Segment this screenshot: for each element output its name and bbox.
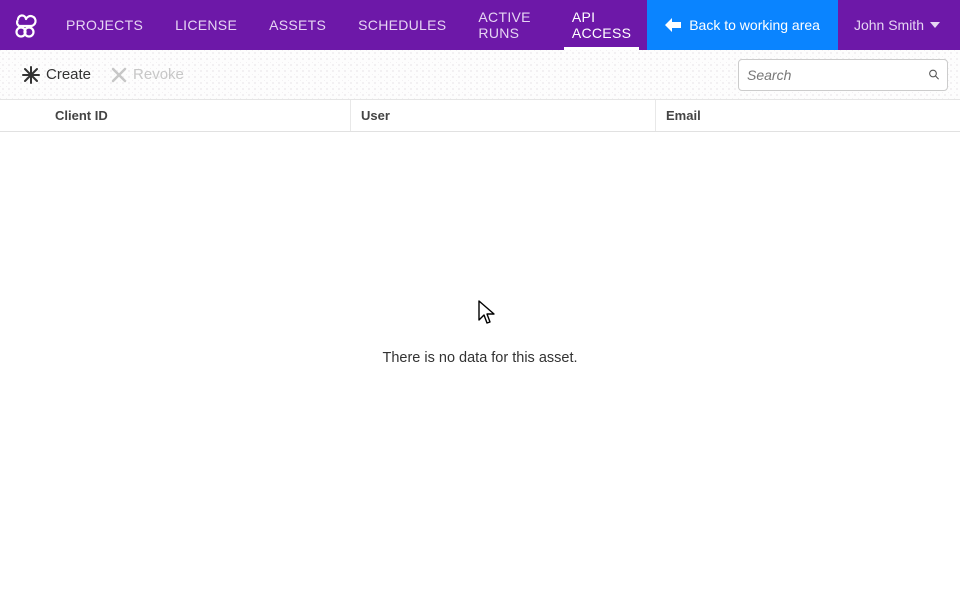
back-to-working-area-button[interactable]: Back to working area — [647, 0, 838, 50]
revoke-button-label: Revoke — [133, 66, 184, 83]
top-nav: PROJECTS LICENSE ASSETS SCHEDULES ACTIVE… — [0, 0, 960, 50]
nav-tab-label: API ACCESS — [572, 9, 631, 41]
table-body: There is no data for this asset. — [0, 132, 960, 600]
toolbar: Create Revoke — [0, 50, 960, 100]
nav-tab-license[interactable]: LICENSE — [159, 0, 253, 50]
arrow-left-icon — [665, 18, 681, 32]
back-button-label: Back to working area — [689, 17, 820, 33]
search-field[interactable] — [738, 59, 948, 91]
column-header-user[interactable]: User — [350, 100, 655, 131]
column-label: Client ID — [55, 108, 108, 123]
nav-tab-label: ACTIVE RUNS — [478, 9, 539, 41]
nav-tab-label: PROJECTS — [66, 17, 143, 33]
nav-tab-assets[interactable]: ASSETS — [253, 0, 342, 50]
nav-tab-label: LICENSE — [175, 17, 237, 33]
nav-tabs: PROJECTS LICENSE ASSETS SCHEDULES ACTIVE… — [50, 0, 647, 50]
asterisk-icon — [22, 66, 40, 84]
revoke-button: Revoke — [101, 60, 194, 89]
user-menu[interactable]: John Smith — [838, 0, 960, 50]
mouse-cursor-icon — [478, 300, 498, 331]
column-label: Email — [666, 108, 701, 123]
nav-tab-label: SCHEDULES — [358, 17, 446, 33]
nav-tab-projects[interactable]: PROJECTS — [50, 0, 159, 50]
cloud-logo-icon — [10, 10, 40, 40]
column-checkbox — [0, 100, 45, 131]
chevron-down-icon — [930, 22, 940, 28]
create-button[interactable]: Create — [12, 60, 101, 90]
nav-tab-label: ASSETS — [269, 17, 326, 33]
x-icon — [111, 67, 127, 83]
nav-tab-api-access[interactable]: API ACCESS — [556, 0, 647, 50]
user-name: John Smith — [854, 17, 924, 33]
search-icon — [929, 67, 939, 82]
column-header-client-id[interactable]: Client ID — [45, 100, 350, 131]
logo[interactable] — [0, 0, 50, 50]
create-button-label: Create — [46, 66, 91, 83]
search-input[interactable] — [747, 67, 929, 83]
nav-tab-schedules[interactable]: SCHEDULES — [342, 0, 462, 50]
nav-tab-active-runs[interactable]: ACTIVE RUNS — [462, 0, 555, 50]
empty-state-message: There is no data for this asset. — [0, 350, 960, 366]
table-header: Client ID User Email — [0, 100, 960, 132]
column-label: User — [361, 108, 390, 123]
column-header-email[interactable]: Email — [655, 100, 960, 131]
